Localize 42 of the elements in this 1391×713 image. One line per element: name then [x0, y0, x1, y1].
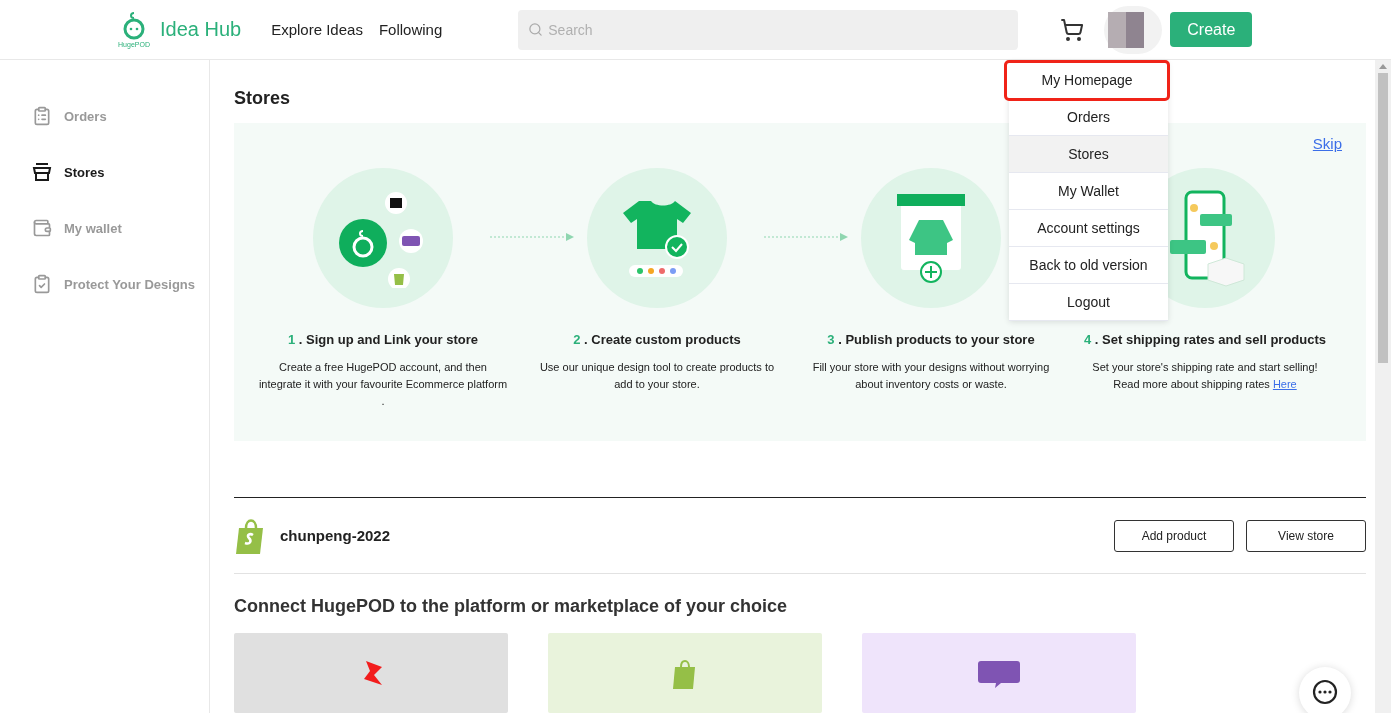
skip-link[interactable]: Skip	[1312, 135, 1342, 152]
store-action-button[interactable]: View store	[1246, 519, 1366, 552]
step-title: 4 . Set shipping rates and sell products	[1084, 332, 1326, 347]
step-title: 3 . Publish products to your store	[827, 332, 1035, 347]
menu-item[interactable]: Account settings	[1009, 210, 1168, 247]
menu-item[interactable]: Logout	[1009, 284, 1168, 321]
menu-item[interactable]: Orders	[1009, 99, 1168, 136]
step-description: Set your store's shipping rate and start selling! Read more about shipping rates Here	[1091, 360, 1319, 392]
store-name: chunpeng-2022	[280, 527, 392, 545]
chat-button[interactable]	[1299, 667, 1351, 713]
step-description: Fill your store with your designs without worrying about inventory costs or waste.	[811, 360, 1051, 392]
calendar-icon	[32, 106, 52, 126]
menu-item[interactable]: Stores	[1009, 136, 1168, 173]
store-action-button[interactable]: Add product	[1114, 519, 1234, 552]
photo-placeholder	[1108, 11, 1145, 48]
here-link[interactable]: Here	[1272, 378, 1297, 390]
nav-link[interactable]: Explore Ideas	[271, 21, 363, 38]
platform-card[interactable]	[862, 633, 1136, 713]
cart-button[interactable]	[1060, 17, 1085, 42]
store-icon	[32, 162, 52, 182]
nav-link[interactable]: Following	[378, 21, 443, 38]
avatar-button[interactable]	[1104, 5, 1163, 54]
step-description: Create a free HugePOD account, and then integrate it with your favourite Ecommerce platform .	[258, 360, 508, 409]
search-field[interactable]: Search	[518, 9, 1019, 50]
step-title: 2 . Create custom products	[573, 332, 741, 347]
step-description: Use our unique design tool to create products to add to your store.	[538, 360, 776, 392]
wallet-icon	[32, 218, 52, 238]
cart-icon	[1060, 17, 1085, 42]
sidebar-item[interactable]: Stores	[0, 144, 209, 200]
speech-bubble-logo-icon	[977, 659, 1021, 689]
page-title: Stores	[234, 88, 292, 109]
search-icon	[528, 21, 544, 37]
menu-item[interactable]: My Wallet	[1009, 173, 1168, 210]
menu-item[interactable]: My Homepage	[1006, 62, 1168, 99]
scrollbar-thumb[interactable]	[1378, 73, 1388, 363]
section-heading: Connect HugePOD to the platform or marketplace of your choice	[234, 596, 789, 617]
brand-name: Idea Hub	[160, 18, 242, 41]
clipboard-check-icon	[32, 274, 52, 294]
scroll-up-icon	[1379, 64, 1387, 69]
chat-icon	[1312, 679, 1338, 705]
step-title: 1 . Sign up and Link your store	[288, 332, 478, 347]
menu-item[interactable]: Back to old version	[1009, 247, 1168, 284]
